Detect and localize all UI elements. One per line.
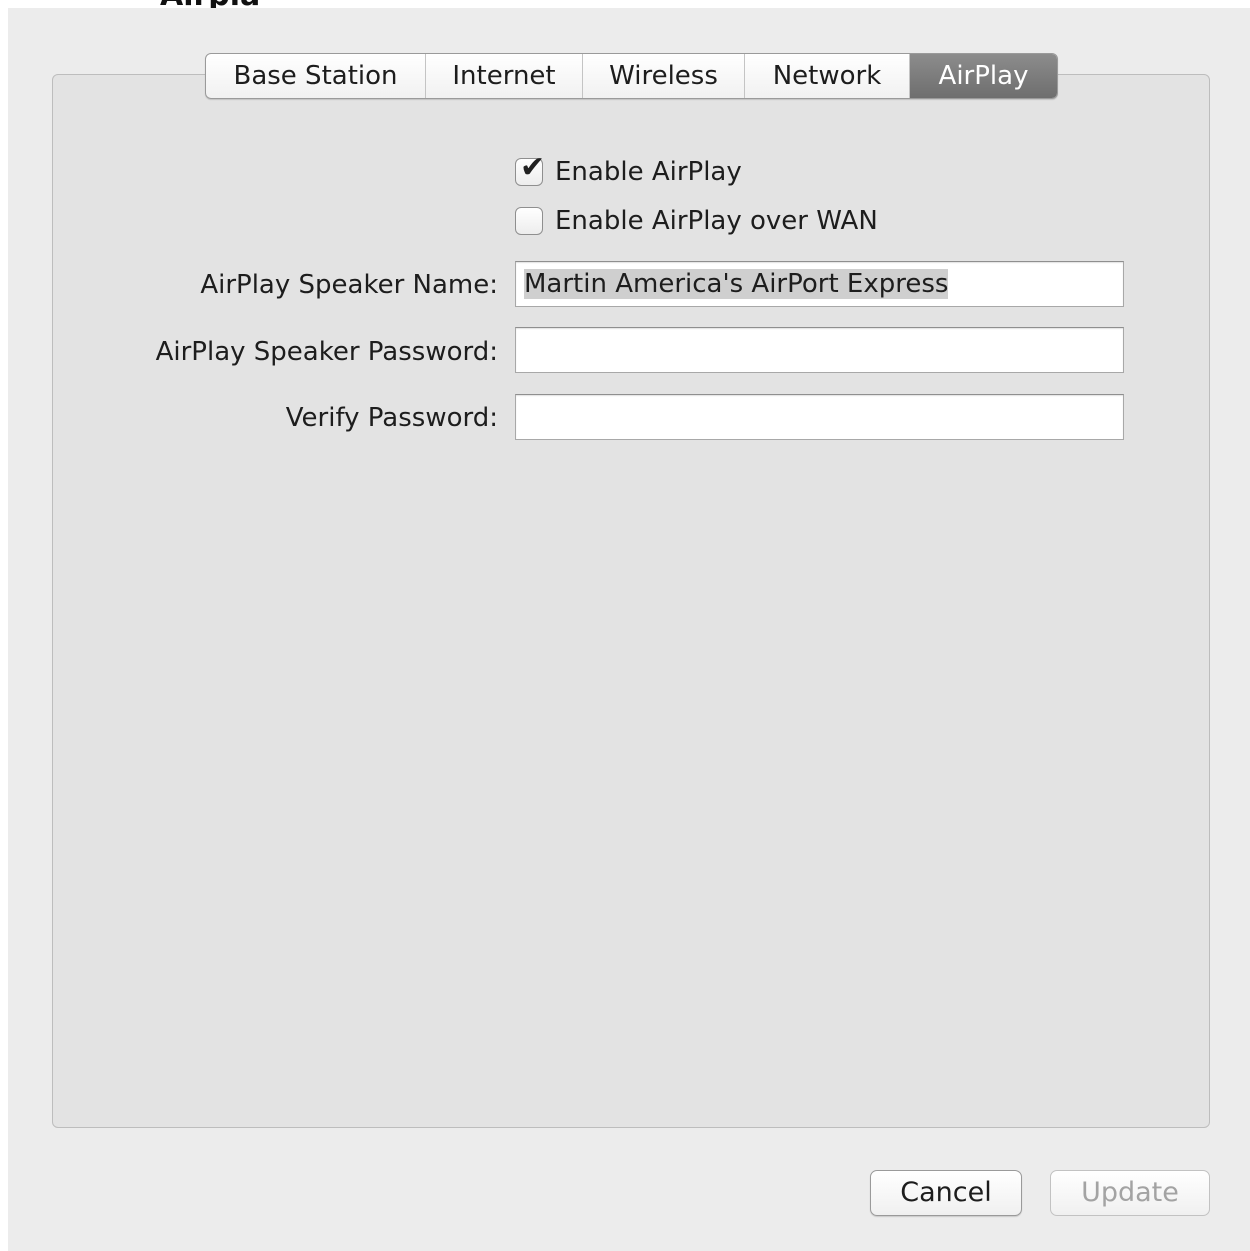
enable-airplay-row[interactable]: ✔ Enable AirPlay [515,151,742,189]
enable-airplay-wan-label: Enable AirPlay over WAN [555,206,878,236]
verify-password-field[interactable] [515,394,1124,440]
enable-airplay-label: Enable AirPlay [555,157,742,187]
tab-bar: Base Station Internet Wireless Network A… [205,53,1058,99]
cancel-button[interactable]: Cancel [870,1170,1022,1216]
tab-airplay[interactable]: AirPlay [910,54,1057,98]
enable-airplay-wan-checkbox[interactable] [515,207,543,235]
speaker-password-field[interactable] [515,327,1124,373]
speaker-password-label: AirPlay Speaker Password: [155,337,498,367]
verify-password-label: Verify Password: [285,403,498,433]
speaker-name-field[interactable]: Martin America's AirPort Express [515,261,1124,307]
enable-airplay-checkbox[interactable]: ✔ [515,151,545,186]
window-title-text: Airplay [160,0,260,8]
checkmark-icon: ✔ [520,150,546,185]
tab-internet[interactable]: Internet [426,54,583,98]
tab-base-station[interactable]: Base Station [206,54,426,98]
speaker-name-label: AirPlay Speaker Name: [200,270,498,300]
update-button[interactable]: Update [1050,1170,1210,1216]
enable-airplay-wan-row[interactable]: Enable AirPlay over WAN [515,204,878,238]
tab-network[interactable]: Network [745,54,910,98]
window-title-fragment: Airplay [0,0,260,8]
speaker-name-value: Martin America's AirPort Express [524,269,949,299]
tab-wireless[interactable]: Wireless [583,54,745,98]
